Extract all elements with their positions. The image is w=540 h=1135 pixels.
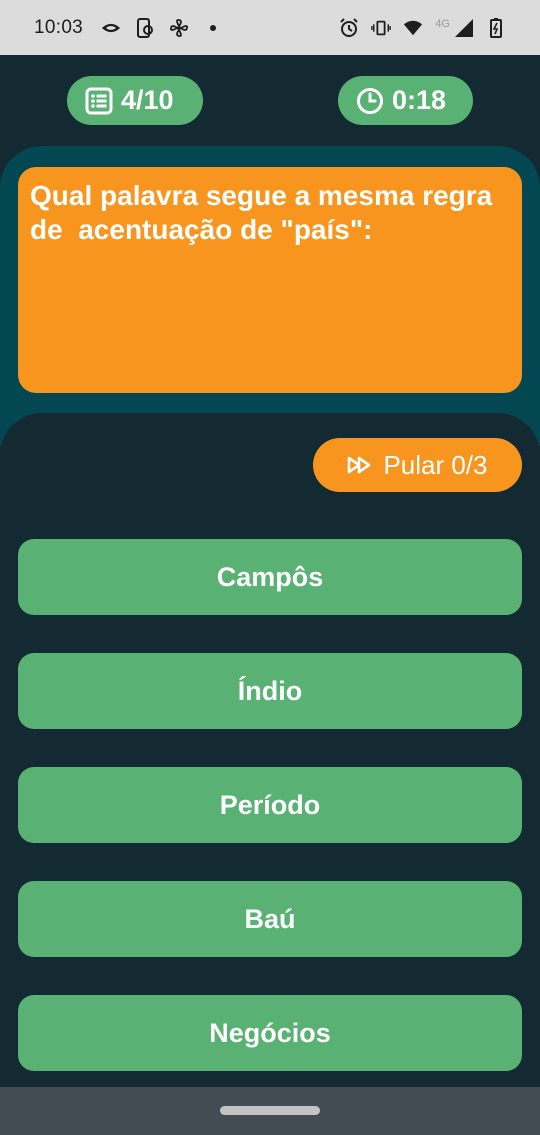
answer-option-2[interactable]: Índio: [18, 653, 522, 729]
answer-option-1[interactable]: Campôs: [18, 539, 522, 615]
system-nav-bar: [0, 1087, 540, 1135]
answers-panel: [0, 413, 540, 1087]
answer-label: Campôs: [216, 561, 324, 592]
status-left-icons: [101, 17, 223, 38]
list-icon: [85, 87, 113, 114]
timer-text: 0:18: [392, 85, 447, 115]
answer-option-3[interactable]: Período: [18, 767, 522, 843]
progress-text: 4/10: [121, 85, 174, 115]
question-text: Qual palavra segue a mesma regra de acen…: [30, 180, 493, 245]
question-card: Qual palavra segue a mesma regra de acen…: [18, 167, 522, 393]
signal-icon: [454, 18, 474, 38]
eye-icon: [101, 18, 121, 38]
question-progress-badge: 4/10: [67, 76, 203, 125]
timer-badge: 0:18: [338, 76, 473, 125]
dot-icon: [203, 18, 223, 38]
answer-option-4[interactable]: Baú: [18, 881, 522, 957]
phone-sync-icon: [135, 17, 155, 38]
quiz-screen: 4/10 0:18 Qual palavra segue a mesma reg…: [0, 55, 540, 1087]
home-gesture-handle[interactable]: [220, 1106, 320, 1115]
answer-label: Índio: [237, 675, 303, 706]
status-time: 10:03: [34, 16, 84, 38]
network-type-label: 4G: [435, 17, 450, 30]
answer-label: Período: [219, 789, 321, 820]
battery-icon: [486, 17, 506, 38]
skip-icon: [348, 456, 371, 474]
wifi-icon: [403, 18, 423, 38]
vibrate-icon: [371, 18, 392, 38]
fan-icon: [169, 18, 189, 38]
skip-label: Pular 0/3: [383, 449, 488, 480]
skip-button[interactable]: Pular 0/3: [313, 438, 522, 492]
answer-label: Baú: [244, 903, 296, 934]
answer-label: Negócios: [209, 1017, 331, 1048]
answer-option-5[interactable]: Negócios: [18, 995, 522, 1071]
status-right-icons: 4G: [339, 17, 506, 38]
clock-icon: [357, 87, 383, 114]
status-bar: 10:03 4G: [0, 0, 540, 55]
alarm-icon: [339, 17, 359, 38]
